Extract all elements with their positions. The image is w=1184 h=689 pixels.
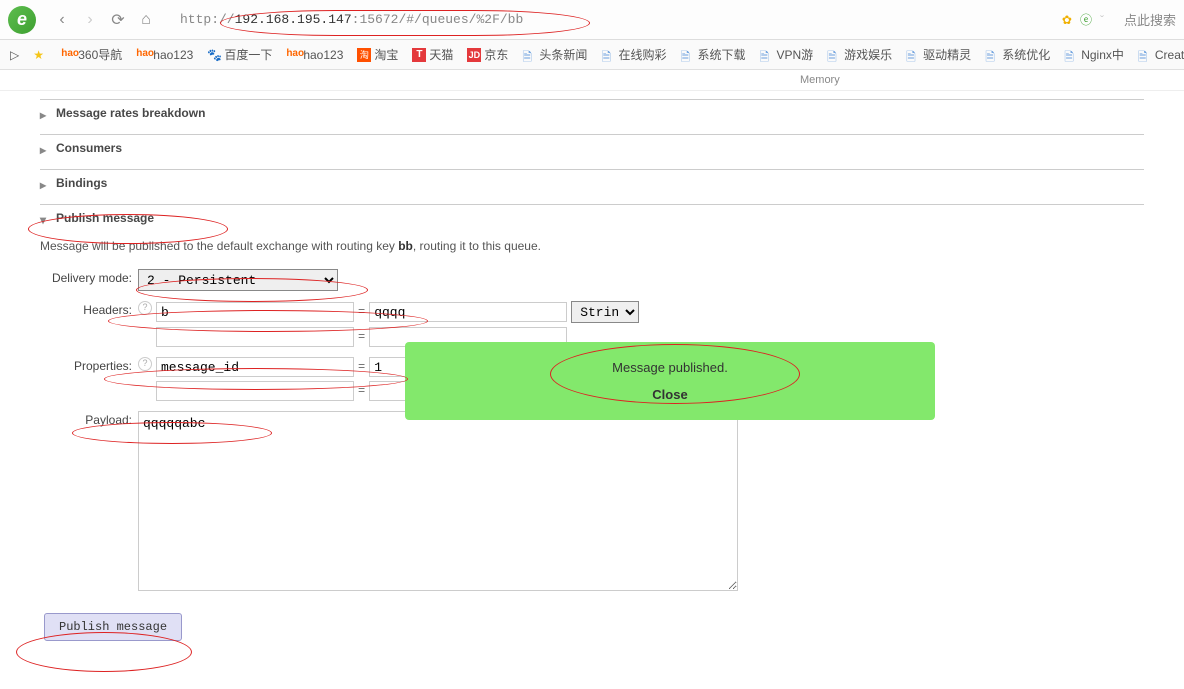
search-placeholder[interactable]: 点此搜索 — [1124, 10, 1176, 29]
collapse-arrow-icon — [40, 178, 50, 188]
header-value-input[interactable] — [369, 302, 567, 322]
equals-sign: = — [358, 384, 365, 398]
help-icon[interactable]: ? — [138, 301, 152, 315]
section-message-rates[interactable]: Message rates breakdown — [40, 99, 1144, 126]
section-bindings[interactable]: Bindings — [40, 169, 1144, 196]
bookmark-item[interactable]: T天猫 — [412, 46, 453, 63]
properties-label: Properties: — [40, 357, 138, 373]
url-host: 192.168.195.147 — [235, 12, 352, 27]
equals-sign: = — [358, 330, 365, 344]
publish-body: Message will be published to the default… — [40, 231, 1144, 649]
stats-row: Memory 13kB — [0, 70, 1184, 91]
bookmark-item[interactable]: 淘淘宝 — [357, 46, 398, 63]
section-publish-message[interactable]: Publish message — [40, 204, 1144, 231]
browser-logo: e — [8, 6, 36, 34]
property-value-input[interactable] — [369, 357, 409, 377]
payload-textarea[interactable]: qqqqqabc — [138, 411, 738, 591]
bookmark-item[interactable]: hao360导航 — [61, 46, 122, 63]
bookmark-item[interactable]: 🐾百度一下 — [207, 46, 272, 63]
section-title: Publish message — [56, 211, 154, 225]
equals-sign: = — [358, 360, 365, 374]
memory-label: Memory — [800, 74, 840, 86]
bookmark-item[interactable]: 🗎系统下载 — [680, 46, 745, 63]
url-path: :15672/#/queues/%2F/bb — [352, 12, 524, 27]
bookmark-item[interactable]: 🗎在线购彩 — [601, 46, 666, 63]
publish-message-button[interactable]: Publish message — [44, 613, 182, 641]
bookmark-item[interactable]: haohao123 — [136, 48, 193, 62]
notification-close-button[interactable]: Close — [423, 387, 917, 402]
property-value-input[interactable] — [369, 381, 409, 401]
routing-key: bb — [398, 239, 413, 253]
forward-button[interactable]: › — [78, 8, 102, 32]
browser-right-controls: ✿ ⓔ ˇ 点此搜索 — [1062, 10, 1176, 29]
section-title: Consumers — [56, 141, 122, 155]
home-button[interactable]: ⌂ — [134, 8, 158, 32]
bookmark-item[interactable]: haohao123 — [286, 48, 343, 62]
address-bar[interactable]: http://192.168.195.147:15672/#/queues/%2… — [172, 8, 1050, 31]
header-type-select[interactable]: String — [571, 301, 639, 323]
bookmark-item[interactable]: ★ — [33, 48, 47, 62]
extension-icon-2[interactable]: ⓔ — [1080, 11, 1092, 28]
bookmark-item[interactable]: 🗎Nginx中 — [1064, 46, 1124, 63]
headers-label: Headers: — [40, 301, 138, 317]
property-key-input[interactable] — [156, 357, 354, 377]
section-consumers[interactable]: Consumers — [40, 134, 1144, 161]
section-title: Message rates breakdown — [56, 106, 205, 120]
bookmark-item[interactable]: JD京东 — [467, 46, 508, 63]
bookmark-item[interactable]: 🗎Created — [1138, 48, 1184, 62]
delivery-mode-label: Delivery mode: — [40, 269, 138, 285]
section-title: Bindings — [56, 176, 107, 190]
help-icon[interactable]: ? — [138, 357, 152, 371]
back-button[interactable]: ‹ — [50, 8, 74, 32]
reload-button[interactable]: ⟳ — [106, 8, 130, 32]
header-key-input[interactable] — [156, 327, 354, 347]
collapse-arrow-icon — [40, 108, 50, 118]
property-key-input[interactable] — [156, 381, 354, 401]
delivery-mode-select[interactable]: 2 - Persistent — [138, 269, 338, 291]
publish-hint: Message will be published to the default… — [40, 239, 1144, 253]
notification-message: Message published. — [423, 360, 917, 375]
equals-sign: = — [358, 305, 365, 319]
header-key-input[interactable] — [156, 302, 354, 322]
url-scheme: http:// — [180, 12, 235, 27]
bookmarks-bar: ▷ ★ hao360导航 haohao123 🐾百度一下 haohao123 淘… — [0, 40, 1184, 70]
extension-icon[interactable]: ✿ — [1062, 13, 1072, 27]
bookmark-item[interactable]: 🗎头条新闻 — [522, 46, 587, 63]
bookmark-item[interactable]: 🗎驱动精灵 — [906, 46, 971, 63]
notification-toast: Message published. Close — [405, 342, 935, 420]
bookmark-item[interactable]: 🗎系统优化 — [985, 46, 1050, 63]
bookmarks-menu-icon[interactable]: ▷ — [10, 48, 19, 62]
expand-arrow-icon — [40, 213, 50, 223]
bookmark-item[interactable]: 🗎VPN游 — [759, 46, 813, 63]
dropdown-icon[interactable]: ˇ — [1100, 13, 1104, 27]
browser-toolbar: e ‹ › ⟳ ⌂ http://192.168.195.147:15672/#… — [0, 0, 1184, 40]
collapse-arrow-icon — [40, 143, 50, 153]
bookmark-item[interactable]: 🗎游戏娱乐 — [827, 46, 892, 63]
payload-label: Payload: — [40, 411, 138, 427]
